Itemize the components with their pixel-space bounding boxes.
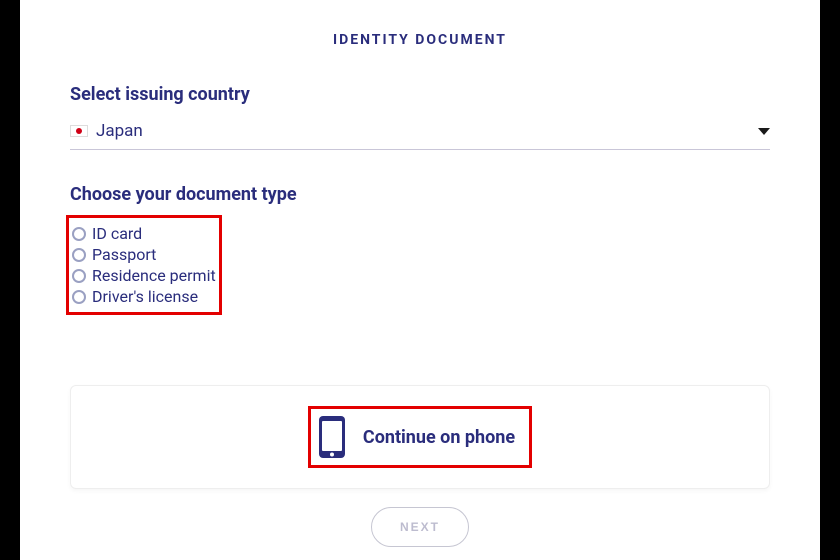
- next-button[interactable]: NEXT: [371, 507, 469, 547]
- document-type-label: Choose your document type: [70, 184, 770, 205]
- doctype-option-label: ID card: [92, 224, 142, 243]
- radio-icon[interactable]: [72, 269, 86, 283]
- doctype-option-passport[interactable]: Passport: [72, 245, 216, 264]
- doctype-option-residence-permit[interactable]: Residence permit: [72, 266, 216, 285]
- continue-on-phone-card: Continue on phone: [70, 385, 770, 489]
- radio-icon[interactable]: [72, 248, 86, 262]
- doctype-option-label: Passport: [92, 245, 156, 264]
- continue-on-phone-label: Continue on phone: [363, 427, 515, 448]
- doctype-option-drivers-license[interactable]: Driver's license: [72, 287, 216, 306]
- doctype-option-id-card[interactable]: ID card: [72, 224, 216, 243]
- japan-flag-icon: [70, 125, 88, 137]
- document-type-group: ID card Passport Residence permit Driver…: [66, 215, 222, 315]
- doctype-option-label: Residence permit: [92, 266, 216, 285]
- issuing-country-select[interactable]: Japan: [70, 115, 770, 150]
- radio-icon[interactable]: [72, 290, 86, 304]
- issuing-country-label: Select issuing country: [70, 84, 770, 105]
- phone-icon: [317, 415, 347, 459]
- page-title: IDENTITY DOCUMENT: [70, 0, 770, 84]
- identity-document-page: IDENTITY DOCUMENT Select issuing country…: [20, 0, 820, 560]
- doctype-option-label: Driver's license: [92, 287, 198, 306]
- issuing-country-value: Japan: [96, 121, 758, 141]
- continue-on-phone-button[interactable]: Continue on phone: [308, 406, 532, 468]
- chevron-down-icon: [758, 128, 770, 135]
- radio-icon[interactable]: [72, 227, 86, 241]
